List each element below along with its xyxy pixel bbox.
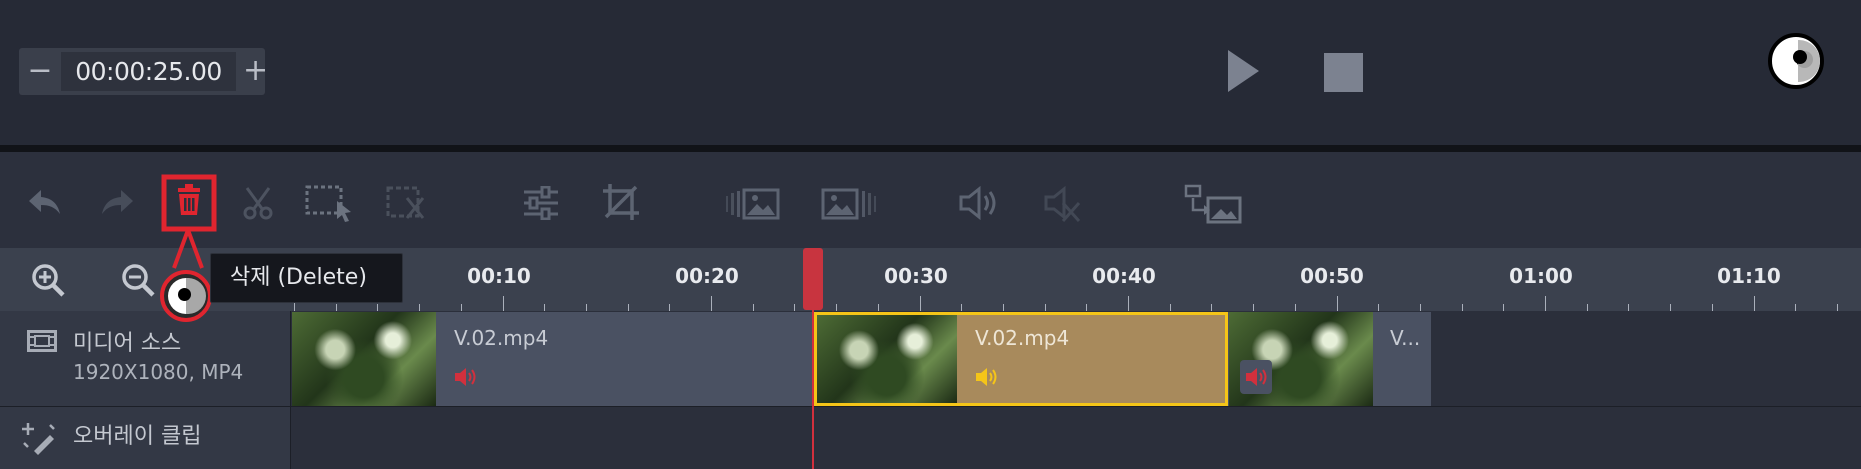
ruler-tick xyxy=(1628,304,1630,311)
divider xyxy=(0,145,1861,152)
clip-thumbnail xyxy=(292,312,436,406)
ruler-tick xyxy=(1294,304,1296,311)
redo-icon[interactable] xyxy=(99,186,135,218)
ruler-tick xyxy=(1503,304,1505,311)
replace-clip-icon[interactable] xyxy=(1184,184,1244,224)
ruler-tick xyxy=(1461,304,1463,311)
clip-audio-badge[interactable] xyxy=(1240,360,1272,394)
ruler-label: 00:20 xyxy=(675,264,739,288)
timecode-value[interactable]: 00:00:25.00 xyxy=(61,52,236,91)
ruler-tick xyxy=(877,304,879,311)
ruler-tick xyxy=(1419,304,1421,311)
ruler-tick xyxy=(1336,296,1338,311)
ruler-tick xyxy=(1169,304,1171,311)
track-divider xyxy=(0,406,1861,407)
ruler-label: 00:40 xyxy=(1092,264,1156,288)
ruler-label: 00:50 xyxy=(1300,264,1364,288)
stop-button[interactable] xyxy=(1324,53,1363,92)
ruler-tick xyxy=(1211,304,1213,311)
ruler-tick xyxy=(1128,296,1129,311)
play-button[interactable] xyxy=(1228,50,1259,92)
ruler-tick xyxy=(460,304,462,311)
clip-audio-icon[interactable] xyxy=(453,366,479,388)
adjust-icon[interactable] xyxy=(522,186,560,220)
time-decrease-button[interactable]: − xyxy=(21,48,59,95)
ruler-label: 01:00 xyxy=(1509,264,1573,288)
delete-button[interactable] xyxy=(161,174,217,232)
film-icon xyxy=(27,330,57,352)
ruler-tick xyxy=(1378,304,1380,311)
ruler-tick xyxy=(1253,304,1255,311)
ruler-tick xyxy=(419,304,421,311)
playhead-handle[interactable] xyxy=(803,248,823,310)
volume-icon[interactable] xyxy=(958,185,1002,221)
clip-label: V... xyxy=(1390,326,1421,350)
select-area-icon[interactable] xyxy=(304,184,358,224)
media-track-title: 미디어 소스 xyxy=(73,331,182,356)
clip-audio-icon[interactable] xyxy=(974,366,1000,388)
ruler-tick xyxy=(1795,304,1797,311)
ruler-tick xyxy=(1836,304,1838,311)
crop-icon[interactable] xyxy=(601,182,641,222)
ruler-tick xyxy=(1086,304,1088,311)
ruler-tick xyxy=(1711,304,1713,311)
preview-area xyxy=(0,0,1861,145)
timecode-box: − 00:00:25.00 + xyxy=(19,48,268,95)
ruler-label: 01:10 xyxy=(1717,264,1781,288)
ruler-tick xyxy=(752,304,754,311)
overlay-effect-icon xyxy=(20,421,58,455)
eye-cursor-icon xyxy=(1768,33,1824,89)
ruler-tick xyxy=(627,304,629,311)
cut-icon[interactable] xyxy=(241,186,275,220)
fade-in-icon[interactable] xyxy=(726,188,782,220)
ruler-label: 00:10 xyxy=(467,264,531,288)
ruler-tick xyxy=(794,304,796,311)
zoom-out-icon[interactable] xyxy=(120,262,156,298)
ruler-tick xyxy=(1545,296,1546,311)
ruler-tick xyxy=(669,304,671,311)
fade-out-icon[interactable] xyxy=(821,188,877,220)
ruler-tick xyxy=(711,296,712,311)
edit-toolbar xyxy=(0,152,1861,248)
ruler-tick xyxy=(1670,304,1672,311)
eye-cursor-icon xyxy=(160,270,212,322)
media-track-subtitle: 1920X1080, MP4 xyxy=(73,360,244,384)
split-icon[interactable] xyxy=(385,184,431,224)
ruler-tick xyxy=(585,304,587,311)
undo-icon[interactable] xyxy=(27,186,63,218)
ruler-tick xyxy=(335,304,337,311)
ruler-tick xyxy=(1044,304,1046,311)
ruler-tick xyxy=(502,296,504,311)
ruler-tick xyxy=(1002,304,1004,311)
ruler-ticks xyxy=(290,296,1861,311)
ruler-tick xyxy=(836,304,838,311)
ruler-tick xyxy=(377,304,379,311)
ruler-tick xyxy=(919,296,921,311)
tooltip: 삭제 (Delete) xyxy=(210,253,403,303)
ruler-tick xyxy=(1586,304,1588,311)
time-increase-button[interactable]: + xyxy=(243,48,268,95)
zoom-in-icon[interactable] xyxy=(30,262,66,298)
ruler-tick xyxy=(544,304,546,311)
ruler-label: 00:30 xyxy=(884,264,948,288)
clip-thumbnail xyxy=(817,315,957,403)
ruler-tick xyxy=(1753,296,1755,311)
playhead-line[interactable] xyxy=(812,310,814,469)
overlay-track-title: 오버레이 클립 xyxy=(73,424,202,449)
mute-icon[interactable] xyxy=(1043,185,1087,225)
clip-label: V.02.mp4 xyxy=(454,326,549,350)
clip-label: V.02.mp4 xyxy=(975,326,1070,350)
ruler-tick xyxy=(961,304,963,311)
